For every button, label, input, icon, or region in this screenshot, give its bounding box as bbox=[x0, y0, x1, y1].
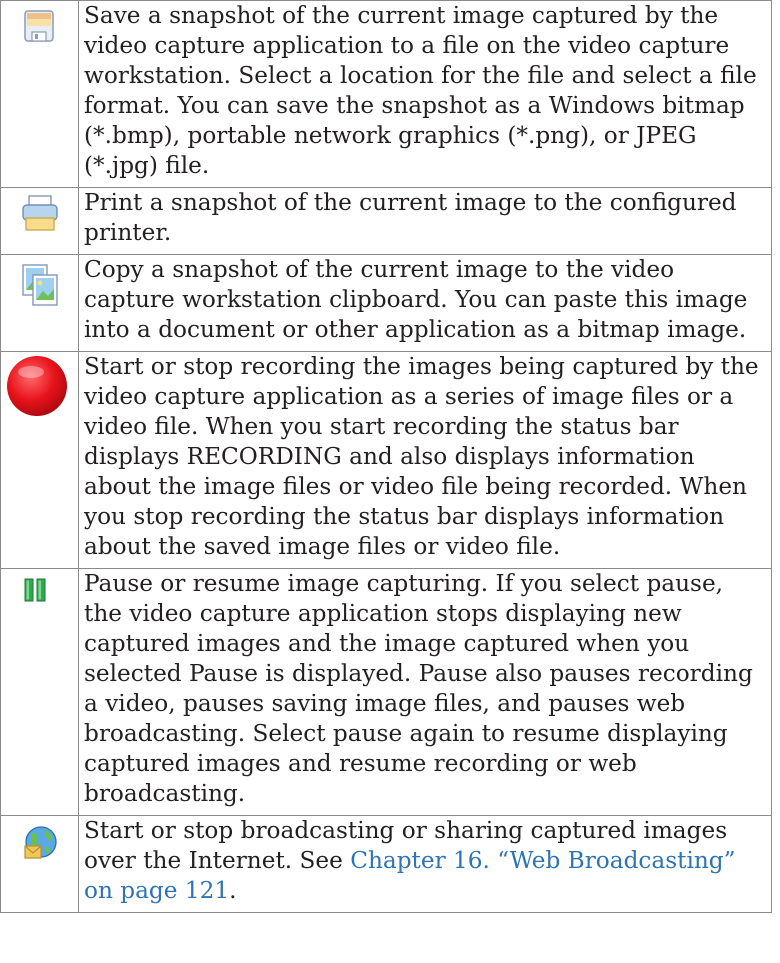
description-cell: Copy a snapshot of the current image to … bbox=[78, 254, 772, 352]
table-row: Start or stop recording the images being… bbox=[0, 351, 772, 569]
copy-icon[interactable] bbox=[1, 255, 79, 321]
icon-cell bbox=[0, 254, 79, 352]
print-icon[interactable] bbox=[1, 188, 79, 248]
icon-cell bbox=[0, 568, 79, 816]
icon-cell bbox=[0, 187, 79, 255]
pause-description: Pause or resume image capturing. If you … bbox=[84, 570, 753, 807]
toolbar-icon-table: Save a snapshot of the current image cap… bbox=[0, 0, 772, 913]
description-cell: Pause or resume image capturing. If you … bbox=[78, 568, 772, 816]
description-cell: Save a snapshot of the current image cap… bbox=[78, 0, 772, 188]
description-cell: Start or stop broadcasting or sharing ca… bbox=[78, 815, 772, 913]
table-row: Copy a snapshot of the current image to … bbox=[0, 254, 772, 352]
save-description: Save a snapshot of the current image cap… bbox=[84, 2, 757, 179]
copy-description: Copy a snapshot of the current image to … bbox=[84, 256, 748, 343]
table-row: Save a snapshot of the current image cap… bbox=[0, 0, 772, 188]
print-description: Print a snapshot of the current image to… bbox=[84, 189, 737, 246]
icon-cell bbox=[0, 351, 79, 569]
pause-icon[interactable] bbox=[1, 569, 79, 621]
icon-cell bbox=[0, 815, 79, 913]
web-broadcast-icon[interactable] bbox=[1, 816, 79, 878]
description-cell: Start or stop recording the images being… bbox=[78, 351, 772, 569]
table-row: Start or stop broadcasting or sharing ca… bbox=[0, 815, 772, 913]
table-row: Pause or resume image capturing. If you … bbox=[0, 568, 772, 816]
icon-cell bbox=[0, 0, 79, 188]
record-icon[interactable] bbox=[1, 352, 79, 422]
broadcast-description-end: . bbox=[229, 877, 237, 904]
table-row: Print a snapshot of the current image to… bbox=[0, 187, 772, 255]
record-description: Start or stop recording the images being… bbox=[84, 353, 759, 560]
description-cell: Print a snapshot of the current image to… bbox=[78, 187, 772, 255]
save-icon[interactable] bbox=[1, 1, 79, 61]
